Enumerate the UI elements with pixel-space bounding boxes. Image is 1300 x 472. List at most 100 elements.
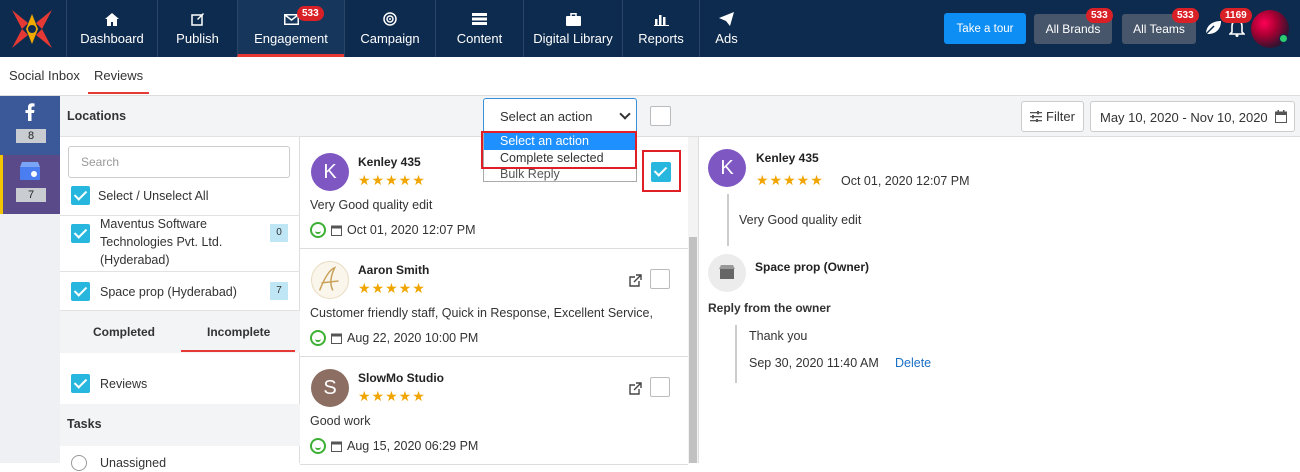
- reviewer-name: SlowMo Studio: [358, 371, 444, 385]
- tab-reviews[interactable]: Reviews: [94, 68, 143, 83]
- filter-label: Filter: [1046, 109, 1075, 124]
- review-detail-panel: K Kenley 435 ★★★★★ Oct 01, 2020 12:07 PM…: [698, 137, 1300, 463]
- nav-label: Campaign: [360, 31, 420, 46]
- select-all-checkbox[interactable]: [71, 186, 90, 205]
- review-select-checkbox[interactable]: [650, 377, 670, 397]
- nav-content[interactable]: Content: [435, 0, 523, 57]
- select-all-reviews-checkbox[interactable]: [650, 106, 671, 126]
- reviewer-avatar: S: [311, 369, 349, 407]
- reply-from-label: Reply from the owner: [708, 301, 831, 315]
- target-icon: [383, 11, 397, 27]
- nav-dashboard[interactable]: Dashboard: [66, 0, 157, 57]
- location-checkbox[interactable]: [71, 224, 90, 243]
- reviewer-name: Aaron Smith: [358, 263, 430, 277]
- location-checkbox[interactable]: [71, 282, 90, 301]
- nav-ads[interactable]: Ads: [699, 0, 753, 57]
- nav-label: Publish: [176, 31, 219, 46]
- review-select-checkbox[interactable]: [650, 269, 670, 289]
- channel-rail: 8 7: [0, 96, 60, 463]
- divider: [60, 271, 300, 272]
- location-search-input[interactable]: Search: [68, 146, 290, 178]
- review-text: Very Good quality edit: [310, 198, 433, 212]
- nav-label: Ads: [715, 31, 738, 46]
- engagement-badge: 533: [297, 6, 324, 21]
- facebook-channel[interactable]: 8: [0, 96, 60, 155]
- nav-label: Engagement: [254, 31, 328, 46]
- external-link-icon[interactable]: [629, 382, 642, 395]
- smile-icon: [310, 330, 326, 346]
- teams-badge: 533: [1172, 8, 1199, 23]
- edit-icon: [190, 11, 205, 27]
- reply-date: Sep 30, 2020 11:40 AM: [749, 356, 879, 370]
- review-card[interactable]: Aaron Smith ★★★★★ Customer friendly staf…: [300, 249, 688, 357]
- tab-completed[interactable]: Completed: [93, 325, 155, 339]
- thread-line: [727, 194, 729, 246]
- tab-incomplete[interactable]: Incomplete: [207, 325, 270, 339]
- tab-social-inbox[interactable]: Social Inbox: [9, 68, 80, 83]
- nav-label: Reports: [638, 31, 684, 46]
- smile-icon: [310, 438, 326, 454]
- top-navbar: Dashboard Publish Engagement 533 Campaig…: [0, 0, 1300, 57]
- reviewer-avatar: K: [311, 153, 349, 191]
- calendar-icon: [331, 225, 342, 236]
- nav-campaign[interactable]: Campaign: [344, 0, 435, 57]
- sliders-icon: [1030, 111, 1043, 122]
- google-my-business-icon: [20, 162, 40, 180]
- reviewer-name: Kenley 435: [358, 155, 421, 169]
- review-text: Very Good quality edit: [739, 213, 862, 227]
- review-text: Good work: [310, 414, 371, 428]
- briefcase-icon: [565, 11, 581, 27]
- review-text: Customer friendly staff, Quick in Respon…: [310, 306, 653, 320]
- nav-reports[interactable]: Reports: [622, 0, 699, 57]
- date-range-picker[interactable]: May 10, 2020 - Nov 10, 2020: [1090, 101, 1295, 132]
- date-range-value: May 10, 2020 - Nov 10, 2020: [1100, 110, 1268, 125]
- list-icon: [472, 11, 487, 27]
- active-status-indicator: [181, 350, 295, 352]
- google-my-business-channel[interactable]: 7: [0, 155, 60, 214]
- star-rating: ★★★★★: [358, 172, 426, 188]
- owner-name: Space prop (Owner): [755, 260, 870, 274]
- nav-digital-library[interactable]: Digital Library: [523, 0, 622, 57]
- review-select-checkbox[interactable]: [651, 162, 671, 182]
- external-link-icon[interactable]: [629, 274, 642, 287]
- locations-panel: Locations Search Select / Unselect All M…: [60, 96, 300, 471]
- unassigned-radio[interactable]: [71, 455, 87, 471]
- location-count: 7: [270, 282, 288, 300]
- review-meta: Aug 22, 2020 10:00 PM: [310, 330, 478, 346]
- review-date: Oct 01, 2020 12:07 PM: [347, 223, 476, 237]
- star-rating: ★★★★★: [358, 280, 426, 296]
- reviewer-avatar: K: [708, 149, 746, 187]
- reply-text: Thank you: [749, 329, 808, 343]
- main-nav: Dashboard Publish Engagement 533 Campaig…: [66, 0, 753, 57]
- take-tour-button[interactable]: Take a tour: [944, 13, 1026, 44]
- review-card[interactable]: S SlowMo Studio ★★★★★ Good work Aug 15, …: [300, 357, 688, 465]
- review-meta: Oct 01, 2020 12:07 PM: [310, 222, 476, 238]
- nav-label: Content: [456, 31, 503, 46]
- facebook-count: 8: [16, 129, 46, 143]
- facebook-icon: [25, 103, 35, 121]
- home-icon: [105, 11, 119, 27]
- bar-chart-icon: [653, 11, 669, 27]
- star-rating: ★★★★★: [358, 388, 426, 404]
- review-date: Aug 15, 2020 06:29 PM: [347, 439, 479, 453]
- select-all-label: Select / Unselect All: [98, 189, 209, 203]
- highlight-outline: [481, 131, 637, 169]
- nav-publish[interactable]: Publish: [157, 0, 237, 57]
- scrollbar-thumb[interactable]: [689, 237, 697, 463]
- delete-reply-link[interactable]: Delete: [895, 356, 931, 370]
- reviewer-avatar-monogram: [311, 261, 349, 299]
- filter-button[interactable]: Filter: [1021, 101, 1084, 132]
- thread-line: [735, 325, 737, 383]
- owner-avatar: [708, 254, 746, 292]
- location-name: Space prop (Hyderabad): [100, 285, 237, 299]
- google-count: 7: [16, 188, 46, 202]
- leaf-icon[interactable]: [1204, 20, 1222, 36]
- calendar-icon: [1275, 110, 1287, 123]
- nav-engagement[interactable]: Engagement 533: [237, 0, 344, 57]
- action-select[interactable]: Select an action: [483, 98, 637, 134]
- location-name: Maventus Software Technologies Pvt. Ltd.…: [100, 217, 223, 267]
- active-tab-indicator: [88, 92, 149, 94]
- online-status-dot: [1279, 34, 1288, 43]
- brand-logo[interactable]: [8, 6, 56, 52]
- reviews-checkbox[interactable]: [71, 374, 90, 393]
